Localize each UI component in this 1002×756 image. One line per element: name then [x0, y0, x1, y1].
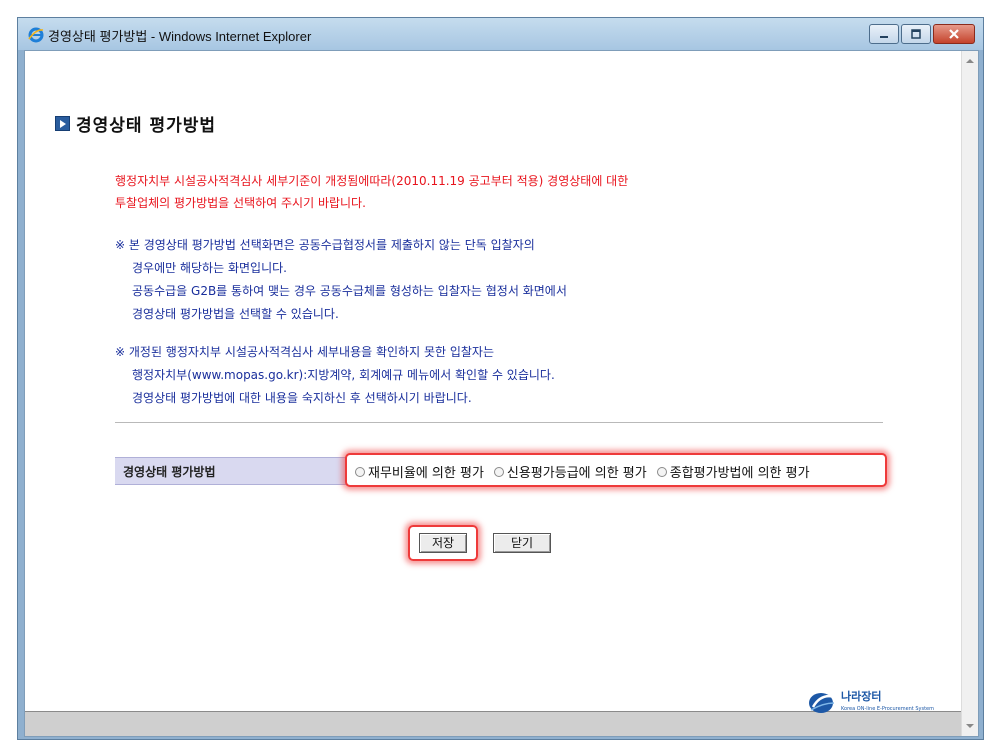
maximize-icon [911, 29, 921, 39]
page-header: 경영상태 평가방법 [55, 111, 216, 136]
logo-main-text: 나라장터 [841, 690, 882, 703]
notice-red-line: 행정자치부 시설공사적격심사 세부기준이 개정됨에따라(2010.11.19 공… [115, 174, 629, 188]
option-comprehensive[interactable]: 종합평가방법에 의한 평가 [656, 462, 810, 481]
method-label: 경영상태 평가방법 [123, 465, 216, 479]
notice-line: 경영상태 평가방법을 선택할 수 있습니다. [132, 307, 339, 321]
save-button[interactable]: 저장 [419, 533, 467, 553]
method-options-highlight: 재무비율에 의한 평가 신용평가등급에 의한 평가 종합평가방법에 의한 평가 [345, 453, 887, 487]
logo-sub-text: Korea ON-line E-Procurement System [841, 706, 935, 712]
narajangteo-logo: 나라장터 Korea ON-line E-Procurement System [807, 691, 934, 715]
page-content: 경영상태 평가방법 행정자치부 시설공사적격심사 세부기준이 개정됨에따라(20… [25, 51, 962, 736]
option-label: 종합평가방법에 의한 평가 [669, 466, 810, 481]
close-button[interactable]: 닫기 [493, 533, 551, 553]
notice-line: 행정자치부(www.mopas.go.kr):지방계약, 회계예규 메뉴에서 확… [132, 368, 555, 382]
notice-line: 공동수급을 G2B를 통하여 맺는 경우 공동수급체를 형성하는 입찰자는 협정… [132, 284, 567, 298]
scroll-down-icon[interactable] [966, 722, 974, 730]
close-window-button[interactable] [933, 24, 975, 44]
scroll-up-icon[interactable] [966, 57, 974, 65]
radio-button[interactable] [493, 466, 504, 477]
notice-joint-supply: ※ 본 경영상태 평가방법 선택화면은 공동수급협정서를 제출하지 않는 단독 … [115, 234, 567, 326]
notice-red-line: 투찰업체의 평가방법을 선택하여 주시기 바랍니다. [115, 196, 366, 210]
radio-button[interactable] [656, 466, 667, 477]
maximize-button[interactable] [901, 24, 931, 44]
notice-revised-criteria: ※ 개정된 행정자치부 시설공사적격심사 세부내용을 확인하지 못한 입찰자는 … [115, 341, 555, 410]
title-bar: 경영상태 평가방법 - Windows Internet Explorer [18, 18, 983, 50]
internet-explorer-icon [28, 27, 44, 43]
page-title: 경영상태 평가방법 [76, 116, 217, 136]
footer-bar [25, 712, 962, 736]
browser-window: 경영상태 평가방법 - Windows Internet Explorer 경영… [17, 17, 984, 740]
minimize-button[interactable] [869, 24, 899, 44]
minimize-icon [880, 36, 888, 38]
window-controls [867, 24, 975, 44]
method-options: 재무비율에 의한 평가 신용평가등급에 의한 평가 종합평가방법에 의한 평가 [355, 462, 820, 481]
notice-red: 행정자치부 시설공사적격심사 세부기준이 개정됨에따라(2010.11.19 공… [115, 170, 628, 214]
logo-text: 나라장터 Korea ON-line E-Procurement System [841, 691, 934, 715]
notice-line: ※ 개정된 행정자치부 시설공사적격심사 세부내용을 확인하지 못한 입찰자는 [115, 345, 494, 359]
option-financial-ratio[interactable]: 재무비율에 의한 평가 [355, 462, 484, 481]
title-bullet-icon [55, 116, 70, 131]
vertical-scrollbar[interactable] [961, 51, 978, 736]
option-label: 재무비율에 의한 평가 [368, 466, 484, 481]
notice-line: 경영상태 평가방법에 대한 내용을 숙지하신 후 선택하시기 바랍니다. [132, 391, 472, 405]
section-divider [115, 422, 883, 423]
option-credit-rating[interactable]: 신용평가등급에 의한 평가 [493, 462, 647, 481]
notice-line: ※ 본 경영상태 평가방법 선택화면은 공동수급협정서를 제출하지 않는 단독 … [115, 238, 535, 252]
browser-content: 경영상태 평가방법 행정자치부 시설공사적격심사 세부기준이 개정됨에따라(20… [24, 50, 979, 737]
radio-button[interactable] [355, 466, 365, 477]
close-icon [949, 29, 959, 39]
window-title: 경영상태 평가방법 - Windows Internet Explorer [48, 29, 312, 44]
option-label: 신용평가등급에 의한 평가 [506, 466, 647, 481]
narajangteo-logo-icon [809, 693, 836, 713]
notice-line: 경우에만 해당하는 화면입니다. [132, 261, 287, 275]
